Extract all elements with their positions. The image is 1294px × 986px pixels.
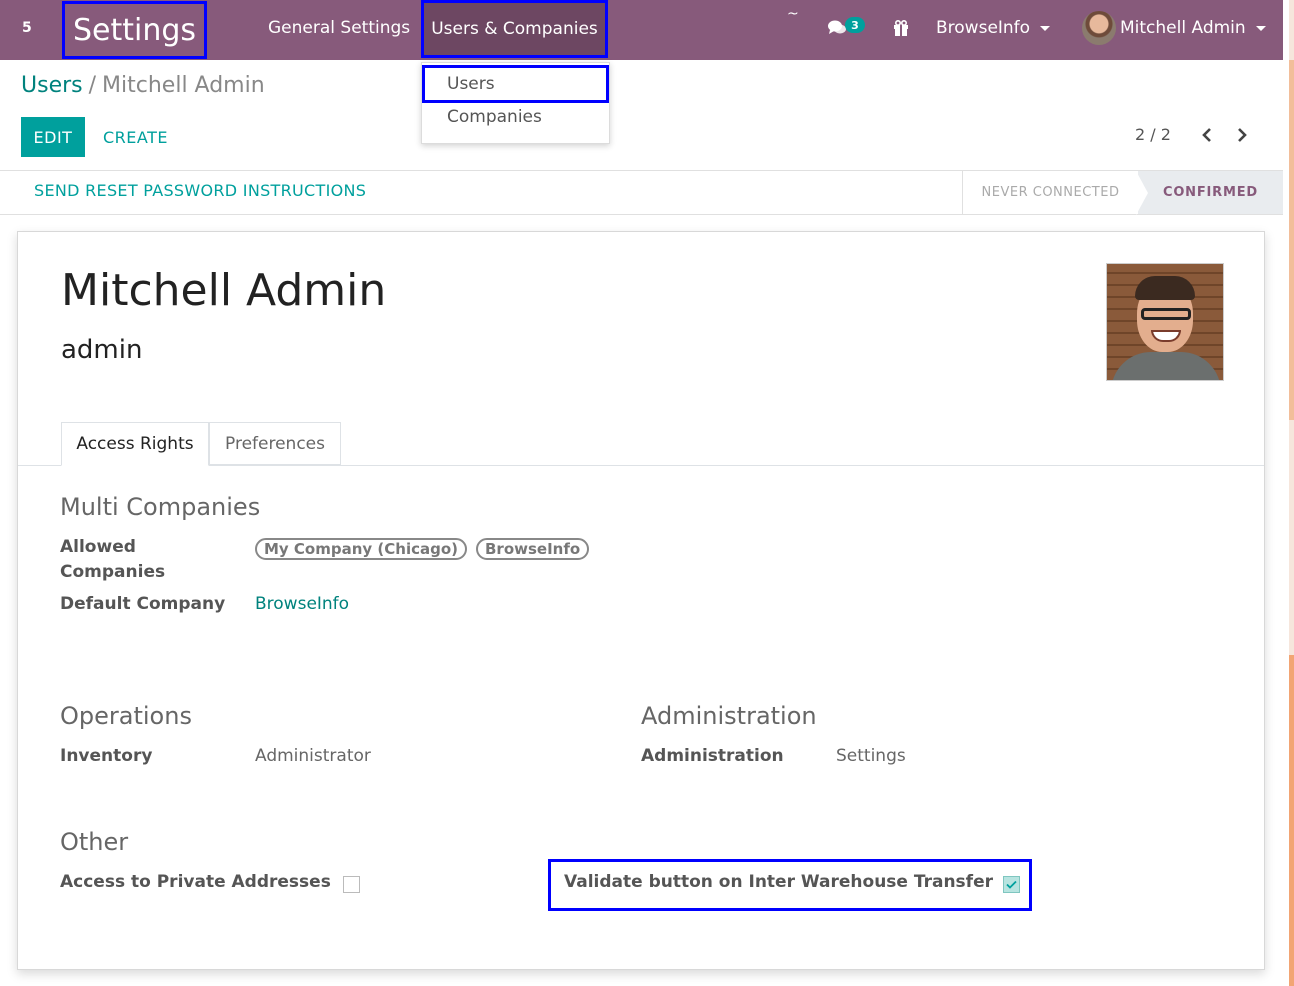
default-company-link[interactable]: BrowseInfo: [255, 594, 349, 614]
tab-access-rights[interactable]: Access Rights: [61, 422, 209, 466]
administration-label: Administration: [641, 746, 784, 766]
user-name-title: Mitchell Admin: [61, 265, 387, 316]
gift-icon[interactable]: [892, 0, 910, 56]
group-title-other: Other: [60, 828, 129, 856]
allowed-companies-label-line2: Companies: [60, 562, 166, 582]
inventory-label: Inventory: [60, 746, 153, 766]
dropdown-item-users[interactable]: Users: [422, 65, 609, 103]
gift-box-icon: [894, 19, 908, 36]
caret-down-icon: [1040, 25, 1051, 31]
pager-previous-button[interactable]: [1196, 121, 1218, 149]
chat-bubbles-icon: [828, 20, 846, 34]
top-navbar: 5 Settings General Settings Users & Comp…: [0, 0, 1283, 60]
tab-preferences[interactable]: Preferences: [209, 422, 341, 465]
status-bar: SEND RESET PASSWORD INSTRUCTIONS NEVER C…: [0, 170, 1283, 215]
send-reset-password-button[interactable]: SEND RESET PASSWORD INSTRUCTIONS: [34, 181, 366, 200]
validate-button-checkbox[interactable]: [1003, 876, 1020, 893]
breadcrumb-separator: /: [88, 73, 97, 98]
stage-never-connected[interactable]: NEVER CONNECTED: [962, 171, 1138, 214]
company-tag-browseinfo[interactable]: BrowseInfo: [476, 538, 590, 560]
inventory-value[interactable]: Administrator: [255, 746, 371, 766]
scrollbar-accent-bottom: [1289, 655, 1294, 986]
administration-value[interactable]: Settings: [836, 746, 906, 766]
user-photo[interactable]: [1106, 263, 1224, 381]
stage-confirmed[interactable]: CONFIRMED: [1138, 171, 1283, 214]
user-menu[interactable]: Mitchell Admin: [1120, 0, 1266, 56]
breadcrumb-current: Mitchell Admin: [102, 73, 265, 98]
allowed-companies-label-line1: Allowed: [60, 537, 136, 557]
private-addresses-label: Access to Private Addresses: [60, 872, 331, 892]
users-companies-dropdown: Users Companies: [421, 62, 610, 144]
photo-hair: [1135, 276, 1195, 300]
photo-glasses: [1141, 308, 1191, 320]
tilde-mark: ~: [787, 6, 799, 22]
validate-button-label: Validate button on Inter Warehouse Trans…: [564, 872, 993, 892]
pager-next-button[interactable]: [1231, 121, 1253, 149]
private-addresses-checkbox[interactable]: [343, 876, 360, 893]
caret-down-icon: [1255, 25, 1266, 31]
group-title-multi-companies: Multi Companies: [60, 493, 261, 521]
company-switcher[interactable]: BrowseInfo: [936, 0, 1051, 56]
default-company-label: Default Company: [60, 594, 226, 614]
page: 5 Settings General Settings Users & Comp…: [0, 0, 1294, 986]
edit-button[interactable]: EDIT: [21, 117, 85, 157]
user-menu-label: Mitchell Admin: [1120, 18, 1246, 38]
check-icon: [1006, 880, 1017, 889]
chevron-right-icon: [1238, 128, 1247, 142]
pager-value: 2 / 2: [1135, 125, 1171, 144]
stage-arrow: [1136, 171, 1148, 215]
apps-menu-button[interactable]: 5: [22, 0, 32, 56]
company-switcher-label: BrowseInfo: [936, 18, 1031, 38]
menu-users-companies[interactable]: Users & Companies: [421, 0, 608, 58]
notebook-tabs: Access Rights Preferences: [18, 422, 1264, 466]
chevron-left-icon: [1202, 128, 1211, 142]
app-title[interactable]: Settings: [62, 1, 207, 59]
menu-general-settings[interactable]: General Settings: [268, 0, 410, 56]
create-button[interactable]: CREATE: [103, 117, 168, 157]
chat-count-badge: 3: [845, 17, 865, 33]
chat-icon[interactable]: [827, 0, 847, 56]
group-title-administration: Administration: [641, 702, 817, 730]
user-login: admin: [61, 335, 143, 365]
scrollbar-accent-top: [1289, 60, 1294, 420]
group-title-operations: Operations: [60, 702, 192, 730]
avatar[interactable]: [1082, 11, 1116, 45]
breadcrumb: Users / Mitchell Admin: [21, 73, 265, 98]
breadcrumb-users-link[interactable]: Users: [21, 73, 83, 98]
company-tag-my-company[interactable]: My Company (Chicago): [255, 538, 468, 560]
dropdown-item-companies[interactable]: Companies: [422, 99, 609, 135]
